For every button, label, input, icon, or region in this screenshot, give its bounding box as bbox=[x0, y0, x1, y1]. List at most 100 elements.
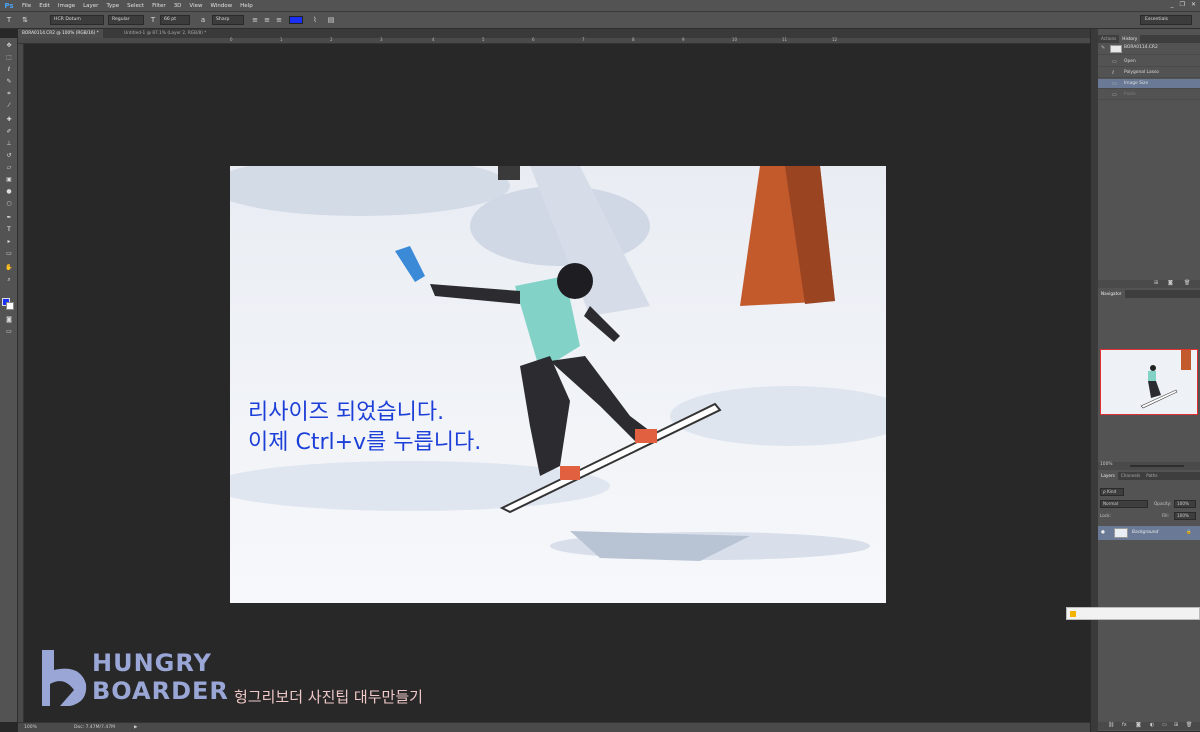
font-style-select[interactable]: Regular bbox=[108, 15, 144, 25]
navigator-thumbnail[interactable] bbox=[1100, 349, 1198, 415]
quick-mask-icon[interactable]: ◙ bbox=[3, 314, 15, 325]
layers-panel-tabs: Layers Channels Paths bbox=[1098, 472, 1200, 480]
font-size-select[interactable]: 66 pt bbox=[160, 15, 190, 25]
menu-type[interactable]: Type bbox=[102, 3, 123, 9]
history-item[interactable]: ▭ Image Size bbox=[1098, 79, 1200, 89]
path-select-tool-icon[interactable]: ▸ bbox=[3, 236, 15, 247]
pen-tool-icon[interactable]: ✒ bbox=[3, 212, 15, 223]
dodge-tool-icon[interactable]: ○ bbox=[3, 198, 15, 209]
text-color-swatch[interactable] bbox=[289, 16, 303, 24]
document-photo[interactable]: 리사이즈 되었습니다. 이제 Ctrl+v를 누릅니다. bbox=[230, 166, 886, 603]
new-document-icon[interactable]: ⊞ bbox=[1154, 280, 1158, 286]
history-panel-tabs: Actions History bbox=[1098, 35, 1200, 43]
ruler-tick: 3 bbox=[380, 37, 383, 42]
fill-field[interactable]: 100% bbox=[1174, 512, 1196, 520]
menu-layer[interactable]: Layer bbox=[79, 3, 102, 9]
zoom-tool-icon[interactable]: ⌕ bbox=[3, 274, 15, 285]
workspace-select[interactable]: Essentials bbox=[1140, 15, 1192, 25]
navigator-panel: Navigator 100% bbox=[1098, 290, 1200, 470]
blur-tool-icon[interactable]: ● bbox=[3, 186, 15, 197]
history-snapshot[interactable]: ✎ BORA0114.CR2 bbox=[1098, 43, 1200, 55]
crop-tool-icon[interactable]: ⌗ bbox=[3, 88, 15, 99]
tab-paths[interactable]: Paths bbox=[1143, 472, 1160, 480]
new-layer-icon[interactable]: ⊞ bbox=[1174, 722, 1178, 728]
background-color-swatch[interactable] bbox=[6, 302, 14, 310]
layers-footer: ⛓ fx ◙ ◐ ▭ ⊞ 🗑 bbox=[1098, 722, 1200, 730]
history-brush-tool-icon[interactable]: ↺ bbox=[3, 150, 15, 161]
menu-help[interactable]: Help bbox=[236, 3, 257, 9]
link-layers-icon[interactable]: ⛓ bbox=[1108, 722, 1114, 728]
tab-channels[interactable]: Channels bbox=[1118, 472, 1143, 480]
gradient-tool-icon[interactable]: ▣ bbox=[3, 174, 15, 185]
trash-icon[interactable]: 🗑 bbox=[1186, 722, 1192, 728]
navigator-zoom[interactable]: 100% bbox=[1100, 462, 1113, 467]
blend-mode-select[interactable]: Normal bbox=[1100, 500, 1148, 508]
adjustment-layer-icon[interactable]: ◐ bbox=[1150, 722, 1154, 728]
tools-panel: ✥ ⬚ ℓ ✎ ⌗ ⁄ ✚ ✐ ⊥ ↺ ▱ ▣ ● ○ ✒ T ▸ ▭ ✋ ⌕ … bbox=[0, 38, 18, 722]
new-snapshot-icon[interactable]: ◙ bbox=[1168, 280, 1173, 286]
align-left-icon[interactable]: ≡ bbox=[250, 15, 260, 25]
menu-view[interactable]: View bbox=[185, 3, 206, 9]
menu-3d[interactable]: 3D bbox=[170, 3, 186, 9]
tab-layers[interactable]: Layers bbox=[1098, 472, 1118, 480]
menu-select[interactable]: Select bbox=[123, 3, 148, 9]
text-orientation-icon[interactable]: ⇅ bbox=[20, 15, 30, 25]
align-right-icon[interactable]: ≡ bbox=[274, 15, 284, 25]
layer-row-background[interactable]: ● Background 🔒 bbox=[1098, 526, 1200, 540]
eyedropper-tool-icon[interactable]: ⁄ bbox=[3, 100, 15, 111]
tab-bora0114[interactable]: BORA0114.CR2 @ 100% (RGB/16) * bbox=[18, 29, 103, 38]
character-panel-icon[interactable]: ▤ bbox=[326, 15, 336, 25]
tab-actions[interactable]: Actions bbox=[1098, 35, 1119, 43]
lasso-tool-icon[interactable]: ℓ bbox=[3, 64, 15, 75]
screen-mode-icon[interactable]: ▭ bbox=[3, 326, 15, 337]
status-zoom[interactable]: 100% bbox=[24, 723, 37, 732]
close-icon[interactable]: ✕ bbox=[1191, 1, 1196, 8]
status-menu-arrow-icon[interactable]: ▶ bbox=[134, 723, 137, 732]
marquee-tool-icon[interactable]: ⬚ bbox=[3, 52, 15, 63]
layer-thumbnail bbox=[1114, 528, 1128, 538]
menu-filter[interactable]: Filter bbox=[148, 3, 170, 9]
menu-edit[interactable]: Edit bbox=[35, 3, 54, 9]
clone-stamp-tool-icon[interactable]: ⊥ bbox=[3, 138, 15, 149]
type-tool-preset-icon[interactable]: T bbox=[4, 15, 14, 25]
caption-line-2: 이제 Ctrl+v를 누릅니다. bbox=[248, 430, 482, 455]
opacity-field[interactable]: 100% bbox=[1174, 500, 1196, 508]
trash-icon[interactable]: 🗑 bbox=[1184, 280, 1190, 286]
snowboarder-photo bbox=[230, 166, 886, 603]
menu-bar: Ps File Edit Image Layer Type Select Fil… bbox=[0, 0, 1200, 12]
align-center-icon[interactable]: ≡ bbox=[262, 15, 272, 25]
layer-filter-kind[interactable]: ρ Kind bbox=[1100, 488, 1124, 496]
layer-mask-icon[interactable]: ◙ bbox=[1136, 722, 1141, 728]
shape-tool-icon[interactable]: ▭ bbox=[3, 248, 15, 259]
ruler-tick: 4 bbox=[432, 37, 435, 42]
restore-icon[interactable]: ❐ bbox=[1180, 1, 1185, 8]
tab-history[interactable]: History bbox=[1119, 35, 1141, 43]
anti-alias-select[interactable]: Sharp bbox=[212, 15, 244, 25]
history-item[interactable]: ▭ Paste bbox=[1098, 90, 1200, 100]
eraser-tool-icon[interactable]: ▱ bbox=[3, 162, 15, 173]
new-group-icon[interactable]: ▭ bbox=[1162, 722, 1167, 728]
tab-untitled-1[interactable]: Untitled-1 @ 87.1% (Layer 2, RGB/8) * bbox=[120, 29, 210, 38]
brush-tool-icon[interactable]: ✐ bbox=[3, 126, 15, 137]
hand-tool-icon[interactable]: ✋ bbox=[3, 262, 15, 273]
status-bar: 100% Doc: 7.47M/7.47M ▶ bbox=[18, 722, 1090, 732]
minimize-icon[interactable]: _ bbox=[1171, 1, 1174, 8]
quick-select-tool-icon[interactable]: ✎ bbox=[3, 76, 15, 87]
tab-navigator[interactable]: Navigator bbox=[1098, 290, 1125, 298]
font-family-select[interactable]: HCR Dotum bbox=[50, 15, 104, 25]
history-item[interactable]: ℓ Polygonal Lasso bbox=[1098, 68, 1200, 78]
type-tool-icon[interactable]: T bbox=[3, 224, 15, 235]
warp-text-icon[interactable]: ⌇ bbox=[310, 15, 320, 25]
navigator-zoom-slider[interactable] bbox=[1130, 465, 1184, 467]
menu-image[interactable]: Image bbox=[54, 3, 79, 9]
tutorial-caption: 리사이즈 되었습니다. 이제 Ctrl+v를 누릅니다. bbox=[248, 398, 481, 458]
healing-brush-tool-icon[interactable]: ✚ bbox=[3, 114, 15, 125]
move-tool-icon[interactable]: ✥ bbox=[3, 40, 15, 51]
menu-window[interactable]: Window bbox=[206, 3, 236, 9]
history-item[interactable]: ▭ Open bbox=[1098, 57, 1200, 67]
layer-style-icon[interactable]: fx bbox=[1122, 722, 1127, 728]
ruler-tick: 7 bbox=[582, 37, 585, 42]
menu-file[interactable]: File bbox=[18, 3, 35, 9]
ruler-tick: 2 bbox=[330, 37, 333, 42]
eye-icon[interactable]: ● bbox=[1101, 526, 1105, 540]
